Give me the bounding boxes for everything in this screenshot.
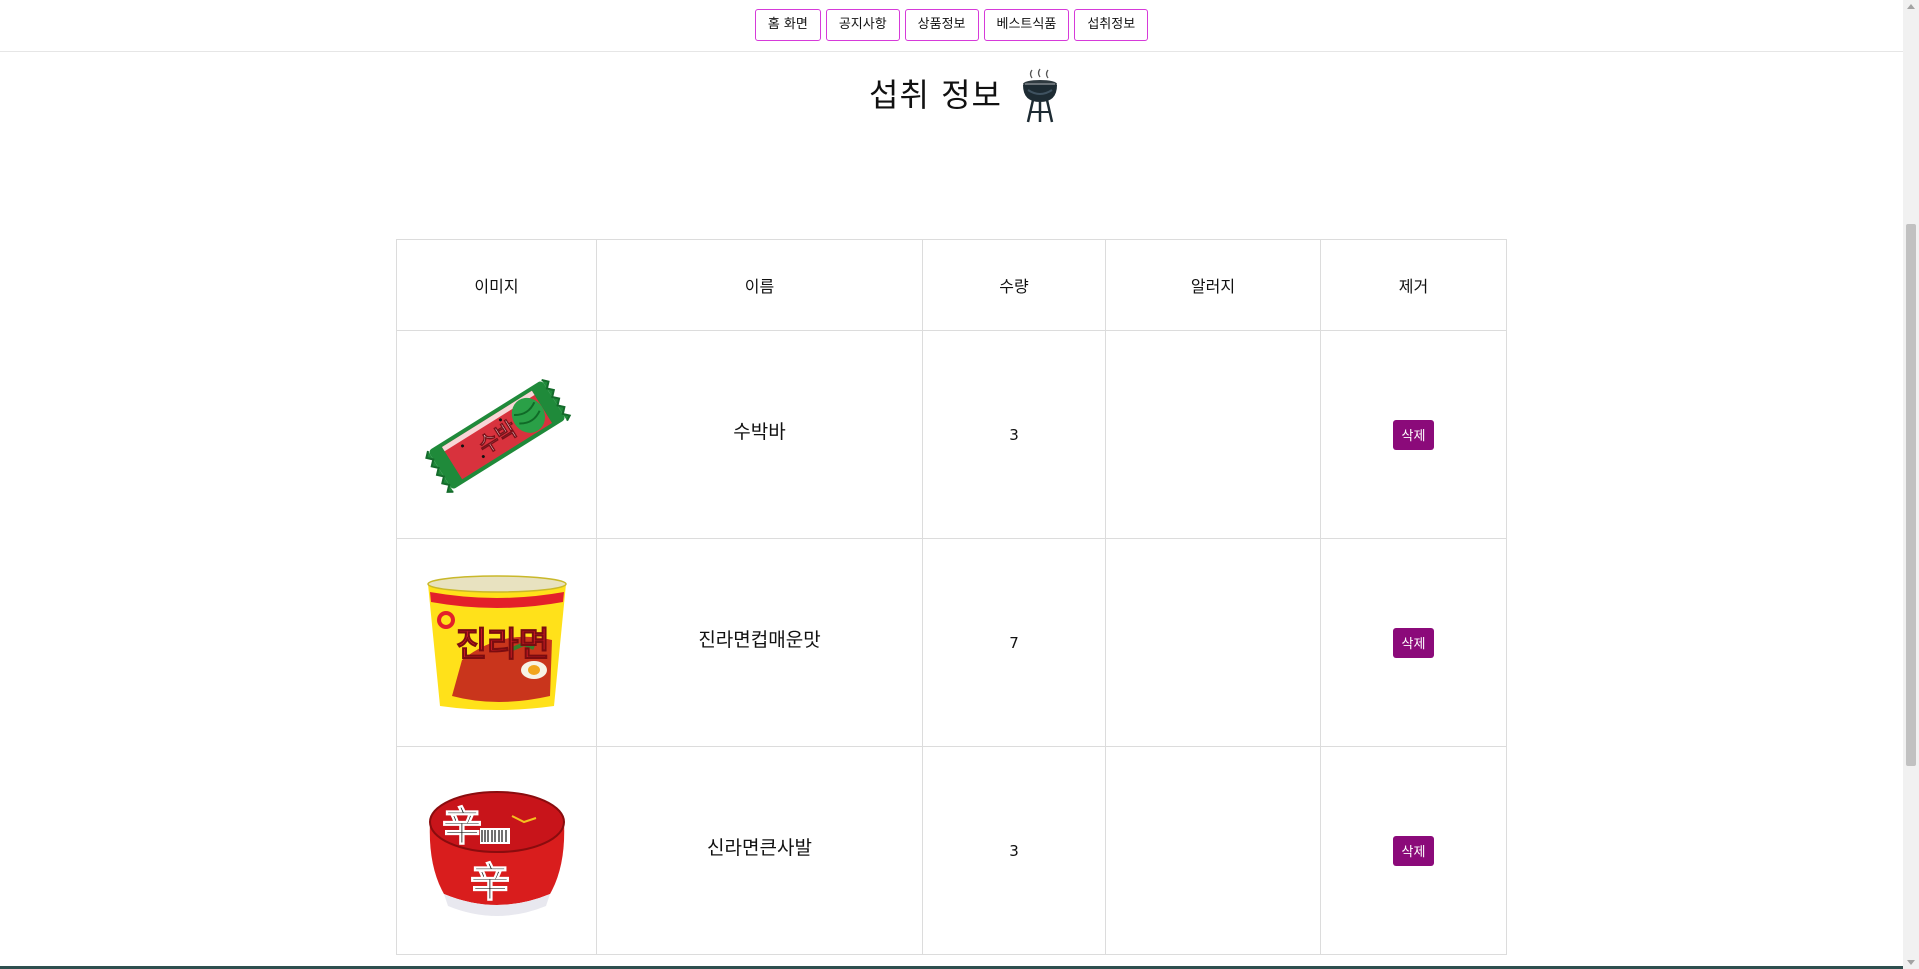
product-allergy [1105, 746, 1321, 955]
page-viewport: 홈 화면 공지사항 상품정보 베스트식품 섭취정보 섭취 정보 이미지 이름 수… [0, 0, 1919, 969]
product-quantity: 3 [922, 746, 1106, 955]
product-name: 수박바 [596, 330, 923, 539]
table-row: 辛 辛 신라면큰사발 3 삭제 [396, 746, 1507, 955]
grill-icon [1022, 68, 1057, 123]
image-cell: 辛 辛 [396, 746, 597, 955]
scrollbar-thumb[interactable] [1906, 224, 1916, 766]
table-row: 수박 수박바 3 삭제 [396, 330, 1507, 539]
image-cell: 수박 [396, 330, 597, 539]
vertical-scrollbar[interactable] [1903, 0, 1919, 969]
remove-cell: 삭제 [1320, 746, 1507, 955]
product-quantity: 3 [922, 330, 1106, 539]
delete-button[interactable]: 삭제 [1392, 419, 1435, 450]
intake-table: 이미지 이름 수량 알러지 제거 수박 수박바 3 삭제 진라면 진라면컵매운맛… [396, 239, 1507, 955]
page-title: 섭취 정보 [869, 76, 1002, 114]
header-quantity: 수량 [922, 239, 1106, 331]
nav-notice-button[interactable]: 공지사항 [825, 9, 900, 41]
remove-cell: 삭제 [1320, 330, 1507, 539]
product-name: 진라면컵매운맛 [596, 538, 923, 747]
nav-best-food-button[interactable]: 베스트식품 [983, 9, 1070, 41]
table-row: 진라면 진라면컵매운맛 7 삭제 [396, 538, 1507, 747]
nav-product-info-button[interactable]: 상품정보 [904, 9, 979, 41]
delete-button[interactable]: 삭제 [1392, 627, 1435, 658]
header-remove: 제거 [1320, 239, 1507, 331]
product-name: 신라면큰사발 [596, 746, 923, 955]
product-allergy [1105, 330, 1321, 539]
product-quantity: 7 [922, 538, 1106, 747]
watermelon-bar-product-image: 수박 [424, 378, 571, 493]
header-image: 이미지 [396, 239, 597, 331]
image-cell: 진라면 [396, 538, 597, 747]
svg-text:진라면: 진라면 [456, 625, 550, 665]
delete-button[interactable]: 삭제 [1392, 835, 1435, 866]
shin-ramen-bowl-product-image: 辛 辛 [428, 790, 565, 916]
scroll-down-arrow-icon[interactable] [1907, 960, 1915, 965]
table-header-row: 이미지 이름 수량 알러지 제거 [396, 239, 1507, 331]
header-allergy: 알러지 [1105, 239, 1321, 331]
svg-text:辛: 辛 [442, 804, 482, 850]
svg-text:辛: 辛 [470, 860, 510, 906]
remove-cell: 삭제 [1320, 538, 1507, 747]
nav-home-button[interactable]: 홈 화면 [754, 9, 821, 41]
nav-intake-info-button[interactable]: 섭취정보 [1074, 9, 1149, 41]
top-navigation: 홈 화면 공지사항 상품정보 베스트식품 섭취정보 [0, 0, 1903, 52]
scroll-up-arrow-icon[interactable] [1907, 4, 1915, 9]
product-allergy [1105, 538, 1321, 747]
page-heading: 섭취 정보 [0, 62, 1903, 124]
header-name: 이름 [596, 239, 923, 331]
jin-ramen-cup-product-image: 진라면 [426, 574, 567, 710]
